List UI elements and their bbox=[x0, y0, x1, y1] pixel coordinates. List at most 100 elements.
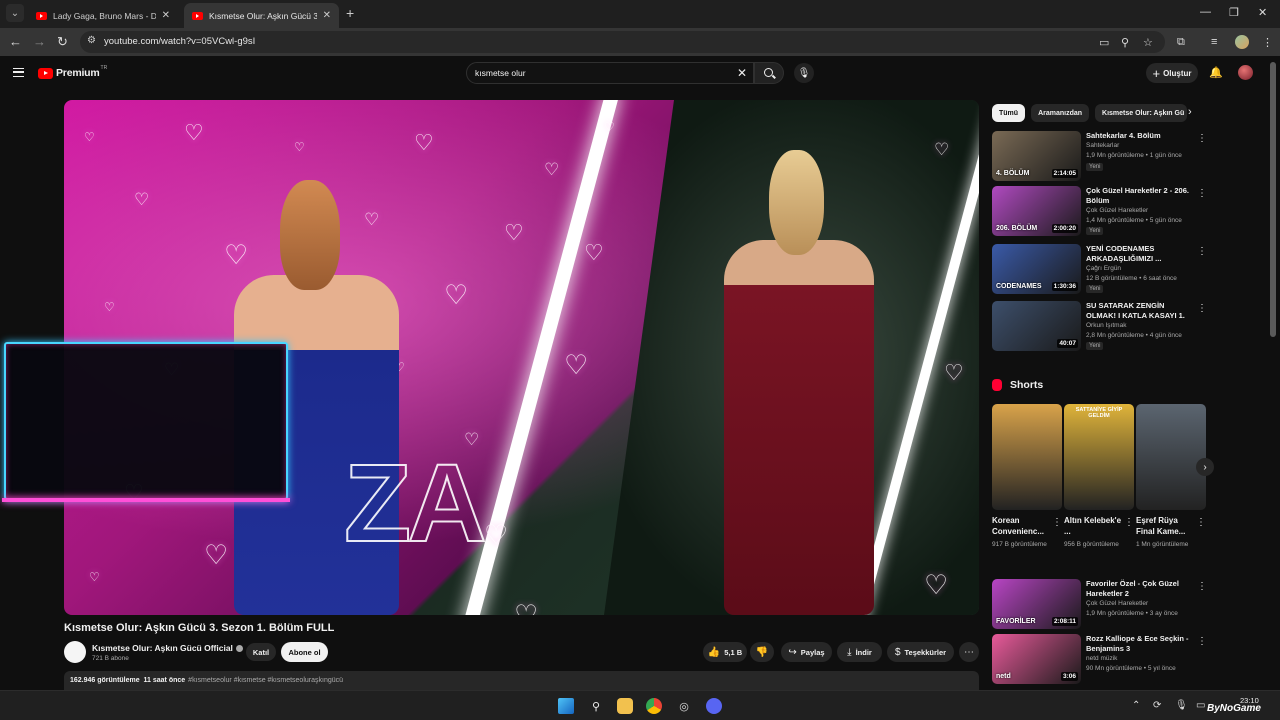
create-label: Oluştur bbox=[1163, 68, 1192, 78]
more-icon[interactable]: ⋮ bbox=[1124, 517, 1134, 528]
short-thumbnail[interactable] bbox=[1136, 404, 1206, 510]
more-icon[interactable]: ⋮ bbox=[1197, 636, 1207, 647]
chip-all[interactable]: Tümü bbox=[992, 104, 1026, 122]
short-item[interactable]: Eşref Rüya Final Kame... 1 Mn görüntüleme… bbox=[1136, 404, 1206, 550]
short-item[interactable]: Korean Convenienc... 917 B görüntüleme ⋮ bbox=[992, 404, 1062, 550]
discord-icon[interactable] bbox=[706, 698, 722, 714]
tray-mic-icon[interactable]: 🎙 bbox=[1175, 700, 1188, 711]
channel-name[interactable]: Orkun Işıtmak bbox=[1086, 322, 1126, 329]
channel-avatar[interactable] bbox=[64, 641, 86, 663]
join-button[interactable]: Katıl bbox=[246, 643, 276, 661]
search-button[interactable] bbox=[754, 62, 784, 84]
mic-icon[interactable]: 🎙 bbox=[794, 63, 814, 83]
close-window-icon[interactable]: ✕ bbox=[1258, 6, 1267, 19]
short-item[interactable]: SATTANİYE GİYİP GELDİM Altın Kelebek'e ..… bbox=[1064, 404, 1134, 550]
download-button[interactable]: ⤓ İndir bbox=[837, 642, 882, 662]
video-title[interactable]: Sahtekarlar 4. Bölüm bbox=[1086, 131, 1192, 141]
short-thumbnail[interactable] bbox=[992, 404, 1062, 510]
close-tab-icon[interactable]: ✕ bbox=[323, 10, 331, 21]
zoom-icon[interactable]: ⚲ bbox=[1121, 36, 1129, 49]
like-button[interactable]: 👍 5,1 B bbox=[703, 642, 747, 662]
thanks-button[interactable]: $ Teşekkürler bbox=[887, 642, 954, 662]
more-icon[interactable]: ⋮ bbox=[1197, 133, 1207, 144]
recommendation-item[interactable]: 40:07 SU SATARAK ZENGİN OLMAK! I KATLA KA… bbox=[992, 301, 1207, 353]
browser-tab-2[interactable]: Kısmetse Olur: Aşkın Gücü 3. Se ✕ bbox=[184, 3, 339, 28]
browser-profile-icon[interactable] bbox=[1235, 35, 1249, 49]
video-thumbnail[interactable]: 206. BÖLÜM 2:00:20 bbox=[992, 186, 1081, 236]
channel-name[interactable]: Çok Güzel Hareketler bbox=[1086, 207, 1148, 214]
forward-icon[interactable]: → bbox=[33, 34, 46, 49]
channel-name[interactable]: Çok Güzel Hareketler bbox=[1086, 600, 1148, 607]
windows-start-icon[interactable] bbox=[558, 698, 574, 714]
video-thumbnail[interactable]: CODENAMES 1:30:36 bbox=[992, 244, 1081, 294]
site-info-icon[interactable]: ⚙ bbox=[87, 35, 96, 46]
file-explorer-icon[interactable] bbox=[617, 698, 633, 714]
description-box[interactable]: 162.946 görüntüleme 11 saat önce #kısmets… bbox=[64, 671, 979, 691]
app-icon[interactable]: ◎ bbox=[676, 698, 692, 714]
short-thumbnail[interactable]: SATTANİYE GİYİP GELDİM bbox=[1064, 404, 1134, 510]
video-thumbnail[interactable]: 40:07 bbox=[992, 301, 1081, 351]
channel-name[interactable]: Sahtekarlar bbox=[1086, 142, 1119, 149]
more-icon[interactable]: ⋮ bbox=[1197, 246, 1207, 257]
video-title[interactable]: Çok Güzel Hareketler 2 - 206. Bölüm bbox=[1086, 186, 1192, 206]
chip-from-search[interactable]: Aramanızdan bbox=[1031, 104, 1090, 122]
close-tab-icon[interactable]: ✕ bbox=[162, 10, 170, 21]
channel-name[interactable]: netd müzik bbox=[1086, 655, 1117, 662]
video-title[interactable]: YENİ CODENAMES ARKADAŞLIĞIMIZI ... bbox=[1086, 244, 1192, 264]
minimize-icon[interactable]: — bbox=[1200, 6, 1211, 18]
sync-icon[interactable]: ⟳ bbox=[1153, 700, 1161, 711]
more-icon[interactable]: ⋮ bbox=[1196, 517, 1206, 528]
network-icon[interactable]: ▭ bbox=[1196, 700, 1205, 711]
recommendation-item[interactable]: netd 3:06 Rozz Kalliope & Ece Seçkin - Ben… bbox=[992, 634, 1207, 686]
chrome-icon[interactable] bbox=[646, 698, 662, 714]
restore-icon[interactable]: ❐ bbox=[1229, 6, 1239, 19]
more-icon[interactable]: ⋮ bbox=[1052, 517, 1062, 528]
browser-menu-icon[interactable]: ⋮ bbox=[1262, 36, 1273, 49]
more-icon[interactable]: ⋮ bbox=[1197, 581, 1207, 592]
more-icon[interactable]: ⋮ bbox=[1197, 188, 1207, 199]
address-bar[interactable]: ⚙ youtube.com/watch?v=05VCwl-g9sI bbox=[80, 31, 1165, 53]
reload-icon[interactable]: ↻ bbox=[57, 34, 68, 50]
taskbar-search-icon[interactable]: ⚲ bbox=[588, 698, 604, 714]
avatar[interactable] bbox=[1238, 65, 1253, 80]
recommendation-item[interactable]: FAVORİLER 2:08:11 Favoriler Özel - Çok Güz… bbox=[992, 579, 1207, 631]
new-tab-icon[interactable]: + bbox=[346, 5, 354, 21]
recommendation-item[interactable]: 4. BÖLÜM 2:14:05 Sahtekarlar 4. Bölüm Sahte… bbox=[992, 131, 1207, 183]
extensions-icon[interactable]: ⧉ bbox=[1177, 36, 1185, 49]
chip-series[interactable]: Kısmetse Olur: Aşkın Gü bbox=[1095, 104, 1188, 122]
scrollbar[interactable] bbox=[1270, 62, 1276, 337]
dislike-button[interactable]: 👎 bbox=[750, 642, 774, 662]
short-title[interactable]: Eşref Rüya Final Kame... bbox=[1136, 515, 1194, 537]
video-title[interactable]: Favoriler Özel - Çok Güzel Hareketler 2 bbox=[1086, 579, 1192, 599]
tab-search-button[interactable]: ⌄ bbox=[6, 4, 24, 22]
share-button[interactable]: ↪ Paylaş bbox=[781, 642, 832, 662]
channel-name[interactable]: Çağrı Ergün bbox=[1086, 265, 1121, 272]
create-button[interactable]: + Oluştur bbox=[1146, 63, 1198, 83]
more-icon[interactable]: ⋮ bbox=[1197, 303, 1207, 314]
video-thumbnail[interactable]: netd 3:06 bbox=[992, 634, 1081, 684]
recommendation-item[interactable]: CODENAMES 1:30:36 YENİ CODENAMES ARKADAŞLI… bbox=[992, 244, 1207, 296]
video-thumbnail[interactable]: FAVORİLER 2:08:11 bbox=[992, 579, 1081, 629]
recommendation-item[interactable]: 206. BÖLÜM 2:00:20 Çok Güzel Hareketler 2 … bbox=[992, 186, 1207, 238]
video-thumbnail[interactable]: 4. BÖLÜM 2:14:05 bbox=[992, 131, 1081, 181]
short-title[interactable]: Altın Kelebek'e ... bbox=[1064, 515, 1122, 537]
reading-list-icon[interactable]: ≡ bbox=[1211, 36, 1217, 48]
bookmark-star-icon[interactable]: ☆ bbox=[1143, 36, 1153, 49]
cast-icon[interactable]: ▭ bbox=[1099, 36, 1109, 49]
video-title[interactable]: SU SATARAK ZENGİN OLMAK! I KATLA KASAYI … bbox=[1086, 301, 1192, 321]
shorts-next-icon[interactable]: › bbox=[1196, 458, 1214, 476]
back-icon[interactable]: ← bbox=[9, 34, 22, 49]
browser-tab-1[interactable]: Lady Gaga, Bruno Mars - Die W ✕ bbox=[28, 3, 178, 28]
youtube-logo[interactable]: Premium TR bbox=[38, 65, 107, 79]
bell-icon[interactable]: 🔔 bbox=[1209, 66, 1223, 79]
video-title[interactable]: Rozz Kalliope & Ece Seçkin - Benjamins 3 bbox=[1086, 634, 1192, 654]
short-title[interactable]: Korean Convenienc... bbox=[992, 515, 1050, 537]
tray-chevron-icon[interactable]: ⌃ bbox=[1132, 700, 1140, 711]
menu-icon[interactable] bbox=[13, 68, 24, 77]
subscribe-button[interactable]: Abone ol bbox=[281, 642, 328, 662]
chevron-right-icon[interactable]: › bbox=[1188, 106, 1192, 118]
search-input[interactable]: kısmetse olur ✕ bbox=[466, 62, 754, 84]
channel-name[interactable]: Kısmetse Olur: Aşkın Gücü Official bbox=[92, 643, 243, 653]
more-actions-button[interactable]: ⋯ bbox=[959, 642, 979, 662]
clear-search-icon[interactable]: ✕ bbox=[737, 66, 747, 80]
